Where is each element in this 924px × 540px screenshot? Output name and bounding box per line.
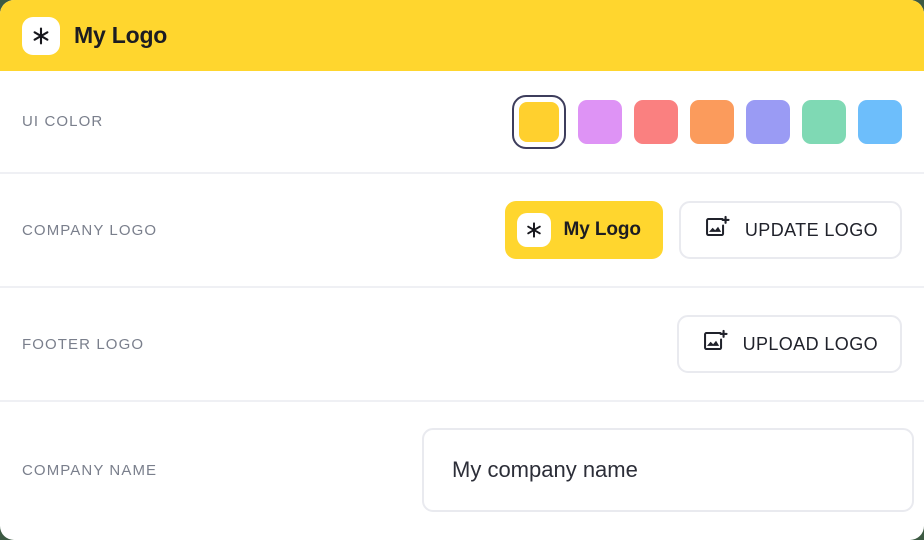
asterisk-icon xyxy=(525,221,543,239)
color-swatch-yellow-selected[interactable] xyxy=(512,94,566,149)
ui-color-label: UI COLOR xyxy=(22,113,104,130)
update-logo-label: UPDATE LOGO xyxy=(744,219,878,240)
upload-logo-label: UPLOAD LOGO xyxy=(742,333,878,354)
color-swatch-violet[interactable] xyxy=(578,99,622,144)
header-brand-name: My Logo xyxy=(74,22,168,48)
upload-logo-button[interactable]: UPLOAD LOGO xyxy=(676,315,902,373)
color-swatch-red[interactable] xyxy=(634,99,678,144)
company-logo-preview[interactable]: My Logo xyxy=(504,201,663,259)
color-swatch-orange[interactable] xyxy=(690,99,734,144)
ui-color-control xyxy=(422,94,902,149)
color-swatch-list xyxy=(512,94,902,149)
asterisk-icon xyxy=(31,26,51,46)
color-swatch-orange-wrap[interactable] xyxy=(690,99,734,144)
company-logo-control: My Logo UPDATE LOGO xyxy=(422,201,902,259)
color-swatch-green[interactable] xyxy=(802,99,846,144)
footer-logo-label: FOOTER LOGO xyxy=(22,335,145,353)
app-header: My Logo xyxy=(0,0,924,71)
color-swatch-violet-wrap[interactable] xyxy=(578,99,622,144)
company-name-control xyxy=(422,428,914,512)
header-logo-tile xyxy=(22,16,60,55)
company-logo-preview-label: My Logo xyxy=(563,219,642,240)
company-name-label: COMPANY NAME xyxy=(22,461,158,479)
company-logo-label: COMPANY LOGO xyxy=(22,221,158,239)
update-logo-button[interactable]: UPDATE LOGO xyxy=(678,201,902,259)
color-swatch-red-wrap[interactable] xyxy=(634,99,678,144)
add-image-icon xyxy=(701,328,728,360)
color-swatch-yellow[interactable] xyxy=(519,101,559,142)
add-image-icon xyxy=(703,214,730,246)
row-ui-color: UI COLOR xyxy=(0,71,924,174)
row-company-name: COMPANY NAME xyxy=(0,402,924,538)
footer-logo-control: UPLOAD LOGO xyxy=(422,315,902,373)
color-swatch-green-wrap[interactable] xyxy=(802,99,846,144)
color-swatch-blue[interactable] xyxy=(858,99,902,144)
row-footer-logo: FOOTER LOGO UPLOAD LOGO xyxy=(0,288,924,402)
row-company-logo: COMPANY LOGO My Logo UPDATE LOGO xyxy=(0,174,924,288)
color-swatch-blue-wrap[interactable] xyxy=(858,99,902,144)
company-name-input[interactable] xyxy=(422,428,914,512)
branding-settings-card: My Logo UI COLOR COMPANY LOGO My Logo UP… xyxy=(0,0,924,540)
company-logo-tile xyxy=(516,213,551,247)
color-swatch-indigo-wrap[interactable] xyxy=(746,99,790,144)
color-swatch-indigo[interactable] xyxy=(746,99,790,144)
